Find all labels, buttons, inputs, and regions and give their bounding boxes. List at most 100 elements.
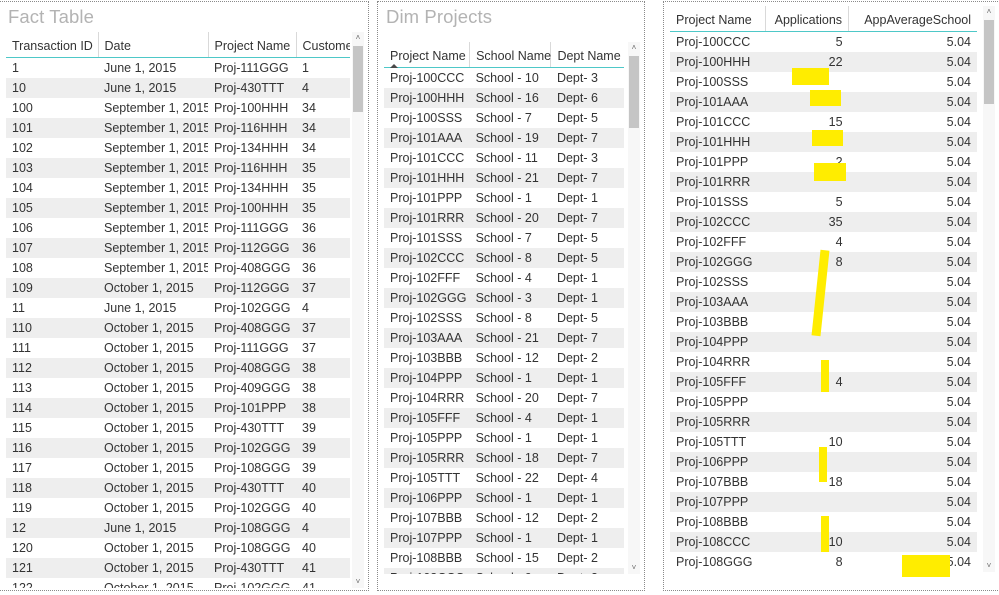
table-row[interactable]: 105 September 1, 2015 Proj-100HHH 35 xyxy=(6,197,350,218)
table-row[interactable]: Proj-100CCC 5 5.04 xyxy=(670,31,977,52)
table-row[interactable]: Proj-100HHH School - 16 Dept- 6 xyxy=(384,87,624,108)
table-row[interactable]: 113 October 1, 2015 Proj-409GGG 38 xyxy=(6,377,350,398)
table-row[interactable]: Proj-105PPP 5.04 xyxy=(670,391,977,412)
table-row[interactable]: 115 October 1, 2015 Proj-430TTT 39 xyxy=(6,417,350,438)
table-row[interactable]: Proj-105RRR School - 18 Dept- 7 xyxy=(384,447,624,468)
table-row[interactable]: Proj-108BBB School - 15 Dept- 2 xyxy=(384,547,624,568)
table-row[interactable]: Proj-103BBB 5.04 xyxy=(670,311,977,332)
table-row[interactable]: 107 September 1, 2015 Proj-112GGG 36 xyxy=(6,237,350,258)
table-row[interactable]: 11 June 1, 2015 Proj-102GGG 4 xyxy=(6,297,350,318)
applications-scroll-region[interactable]: Project Name Applications AppAverageScho… xyxy=(670,6,977,570)
scroll-up-icon[interactable]: ˄ xyxy=(628,42,640,54)
column-header-dept-name[interactable]: Dept Name xyxy=(550,42,624,68)
table-row[interactable]: Proj-108CCC 10 5.04 xyxy=(670,531,977,552)
table-row[interactable]: Proj-102FFF 4 5.04 xyxy=(670,231,977,252)
table-row[interactable]: Proj-101PPP 2 5.04 xyxy=(670,151,977,172)
table-row[interactable]: 109 October 1, 2015 Proj-112GGG 37 xyxy=(6,277,350,298)
column-header-project-name[interactable]: Project Name xyxy=(208,32,297,58)
dim-projects-scrollbar[interactable]: ˄ ˅ xyxy=(628,42,640,574)
table-row[interactable]: 112 October 1, 2015 Proj-408GGG 38 xyxy=(6,357,350,378)
table-row[interactable]: Proj-102GGG 8 5.04 xyxy=(670,251,977,272)
column-header-project-name[interactable]: Project Name xyxy=(384,42,471,68)
table-row[interactable]: Proj-101AAA 5.04 xyxy=(670,91,977,112)
table-row[interactable]: Proj-104RRR 5.04 xyxy=(670,351,977,372)
table-row[interactable]: Proj-106PPP 5.04 xyxy=(670,451,977,472)
table-row[interactable]: Proj-100SSS 5.04 xyxy=(670,71,977,92)
fact-table-scroll-region[interactable]: Transaction ID Date Project Name Custome… xyxy=(6,32,350,588)
table-row[interactable]: Proj-104PPP 5.04 xyxy=(670,331,977,352)
column-header-school-name[interactable]: School Name xyxy=(469,42,552,68)
table-row[interactable]: 122 October 1, 2015 Proj-102GGG 41 xyxy=(6,577,350,588)
table-row[interactable]: Proj-103BBB School - 12 Dept- 2 xyxy=(384,347,624,368)
table-row[interactable]: 120 October 1, 2015 Proj-108GGG 40 xyxy=(6,537,350,558)
scroll-down-icon[interactable]: ˅ xyxy=(352,576,364,588)
scroll-down-icon[interactable]: ˅ xyxy=(983,560,995,572)
visual-dim-projects[interactable]: Dim Projects Project Name School Name De… xyxy=(377,1,645,591)
table-row[interactable]: 100 September 1, 2015 Proj-100HHH 34 xyxy=(6,97,350,118)
table-row[interactable]: Proj-100SSS School - 7 Dept- 5 xyxy=(384,107,624,128)
table-row[interactable]: Proj-102CCC 35 5.04 xyxy=(670,211,977,232)
table-row[interactable]: Proj-105TTT School - 22 Dept- 4 xyxy=(384,467,624,488)
column-header-project-name[interactable]: Project Name xyxy=(670,6,766,32)
table-row[interactable]: Proj-108CCCSchool - 9Dept- 3 xyxy=(384,567,624,574)
table-row[interactable]: 10 June 1, 2015 Proj-430TTT 4 xyxy=(6,77,350,98)
table-row[interactable]: Proj-101SSS School - 7 Dept- 5 xyxy=(384,227,624,248)
table-row[interactable]: Proj-101CCC School - 11 Dept- 3 xyxy=(384,147,624,168)
table-row[interactable]: 104 September 1, 2015 Proj-134HHH 35 xyxy=(6,177,350,198)
table-row[interactable]: Proj-108GGG 8 5.04 xyxy=(670,551,977,570)
table-row[interactable]: Proj-101AAA School - 19 Dept- 7 xyxy=(384,127,624,148)
table-row[interactable]: 103 September 1, 2015 Proj-116HHH 35 xyxy=(6,157,350,178)
table-row[interactable]: 108 September 1, 2015 Proj-408GGG 36 xyxy=(6,257,350,278)
table-row[interactable]: 1 June 1, 2015 Proj-111GGG 1 xyxy=(6,57,350,78)
dim-projects-scroll-region[interactable]: Project Name School Name Dept Name Proj-… xyxy=(384,42,624,574)
table-row[interactable]: 111 October 1, 2015 Proj-111GGG 37 xyxy=(6,337,350,358)
table-row[interactable]: Proj-107PPP School - 1 Dept- 1 xyxy=(384,527,624,548)
table-row[interactable]: Proj-108BBB 5.04 xyxy=(670,511,977,532)
visual-applications-table[interactable]: Project Name Applications AppAverageScho… xyxy=(663,1,999,591)
table-row[interactable]: 102 September 1, 2015 Proj-134HHH 34 xyxy=(6,137,350,158)
table-row[interactable]: Proj-104PPP School - 1 Dept- 1 xyxy=(384,367,624,388)
table-row[interactable]: Proj-101RRR 5.04 xyxy=(670,171,977,192)
table-row[interactable]: 114 October 1, 2015 Proj-101PPP 38 xyxy=(6,397,350,418)
fact-table-scrollbar[interactable]: ˄ ˅ xyxy=(352,32,364,588)
scroll-down-icon[interactable]: ˅ xyxy=(628,562,640,574)
table-row[interactable]: Proj-105FFF School - 4 Dept- 1 xyxy=(384,407,624,428)
table-row[interactable]: Proj-105RRR 5.04 xyxy=(670,411,977,432)
column-header-customer-id[interactable]: Customer ID xyxy=(296,32,350,58)
table-row[interactable]: 110 October 1, 2015 Proj-408GGG 37 xyxy=(6,317,350,338)
table-row[interactable]: Proj-101SSS 5 5.04 xyxy=(670,191,977,212)
table-row[interactable]: Proj-107BBB School - 12 Dept- 2 xyxy=(384,507,624,528)
table-row[interactable]: Proj-102SSS 5.04 xyxy=(670,271,977,292)
scrollbar-thumb[interactable] xyxy=(629,56,639,128)
table-row[interactable]: 118 October 1, 2015 Proj-430TTT 40 xyxy=(6,477,350,498)
table-row[interactable]: Proj-105TTT 10 5.04 xyxy=(670,431,977,452)
table-row[interactable]: 119 October 1, 2015 Proj-102GGG 40 xyxy=(6,497,350,518)
table-row[interactable]: 121 October 1, 2015 Proj-430TTT 41 xyxy=(6,557,350,578)
table-row[interactable]: Proj-105FFF 4 5.04 xyxy=(670,371,977,392)
table-row[interactable]: Proj-102GGG School - 3 Dept- 1 xyxy=(384,287,624,308)
table-row[interactable]: 101 September 1, 2015 Proj-116HHH 34 xyxy=(6,117,350,138)
scroll-up-icon[interactable]: ˄ xyxy=(352,32,364,44)
table-row[interactable]: Proj-101CCC 15 5.04 xyxy=(670,111,977,132)
column-header-applications[interactable]: Applications xyxy=(765,6,850,32)
table-row[interactable]: Proj-104RRR School - 20 Dept- 7 xyxy=(384,387,624,408)
table-row[interactable]: 117 October 1, 2015 Proj-108GGG 39 xyxy=(6,457,350,478)
scrollbar-thumb[interactable] xyxy=(353,46,363,112)
table-row[interactable]: Proj-100CCC School - 10 Dept- 3 xyxy=(384,67,624,88)
table-row[interactable]: Proj-101RRR School - 20 Dept- 7 xyxy=(384,207,624,228)
table-row[interactable]: 12 June 1, 2015 Proj-108GGG 4 xyxy=(6,517,350,538)
sort-ascending-icon[interactable] xyxy=(390,63,398,68)
table-row[interactable]: Proj-106PPP School - 1 Dept- 1 xyxy=(384,487,624,508)
table-row[interactable]: 116 October 1, 2015 Proj-102GGG 39 xyxy=(6,437,350,458)
table-row[interactable]: 106 September 1, 2015 Proj-111GGG 36 xyxy=(6,217,350,238)
scrollbar-thumb[interactable] xyxy=(984,20,994,104)
table-row[interactable]: Proj-100HHH 22 5.04 xyxy=(670,51,977,72)
table-row[interactable]: Proj-101PPP School - 1 Dept- 1 xyxy=(384,187,624,208)
table-row[interactable]: Proj-105PPP School - 1 Dept- 1 xyxy=(384,427,624,448)
column-header-date[interactable]: Date xyxy=(98,32,209,58)
table-row[interactable]: Proj-107PPP 5.04 xyxy=(670,491,977,512)
table-row[interactable]: Proj-103AAA School - 21 Dept- 7 xyxy=(384,327,624,348)
column-header-transaction-id[interactable]: Transaction ID xyxy=(6,32,99,58)
applications-scrollbar[interactable]: ˄ ˅ xyxy=(983,6,995,572)
table-row[interactable]: Proj-101HHH 5.04 xyxy=(670,131,977,152)
